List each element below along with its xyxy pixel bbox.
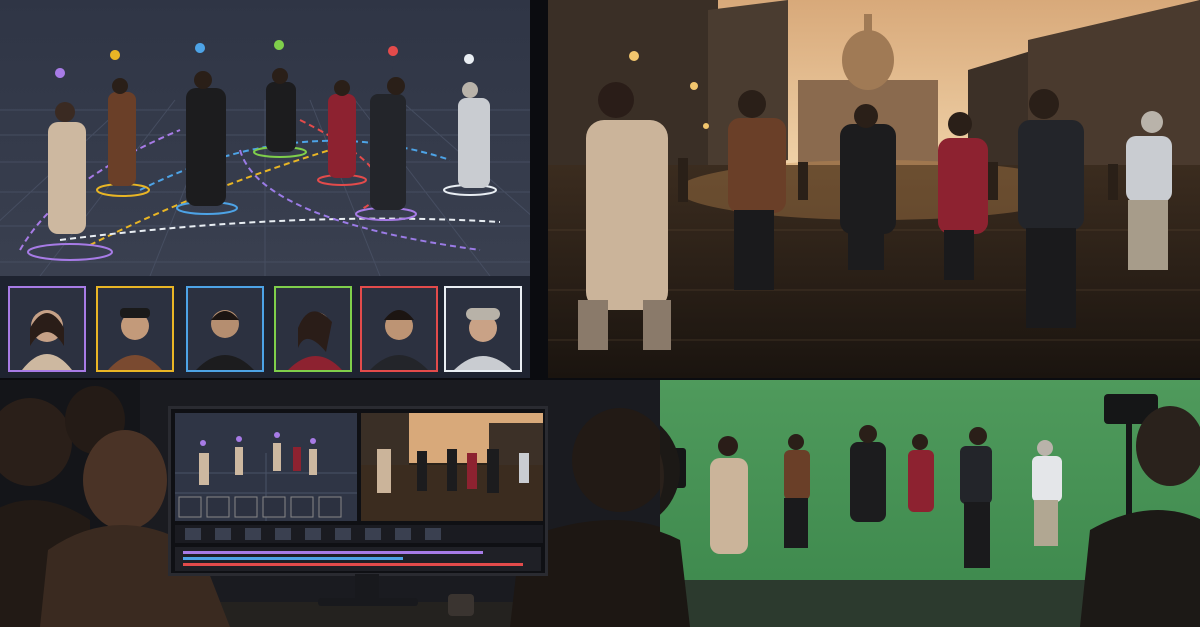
portrait-2[interactable]: [96, 286, 174, 372]
city-render-view: [548, 0, 1200, 378]
panel-divider: [530, 0, 548, 380]
character-portrait-strip: [0, 276, 530, 380]
planning-viewport[interactable]: [0, 0, 530, 380]
monitor-base: [318, 598, 418, 606]
composite-screenshot: [0, 0, 1200, 627]
portrait-6[interactable]: [444, 286, 522, 372]
portrait-1[interactable]: [8, 286, 86, 372]
preview-pane-planning[interactable]: [175, 413, 357, 521]
monitor-stand: [355, 574, 379, 600]
editing-timeline[interactable]: [175, 547, 541, 571]
crew-center-silhouette: [660, 453, 690, 627]
planning-scene: [0, 0, 530, 277]
greenscreen-stage-view: [660, 380, 1200, 627]
thumbnail-strip[interactable]: [175, 525, 543, 543]
portrait-3[interactable]: [186, 286, 264, 372]
timeline-track[interactable]: [183, 557, 403, 560]
timeline-track[interactable]: [183, 563, 523, 566]
editing-monitor[interactable]: [168, 406, 548, 576]
portrait-5[interactable]: [360, 286, 438, 372]
greenscreen-figures: [710, 425, 1062, 568]
city-scene: [548, 0, 1200, 378]
portrait-4[interactable]: [274, 286, 352, 372]
editing-room-view: [0, 380, 660, 627]
greenscreen-scene: [660, 394, 1200, 627]
preview-pane-render[interactable]: [361, 413, 543, 521]
timeline-track[interactable]: [183, 551, 483, 554]
